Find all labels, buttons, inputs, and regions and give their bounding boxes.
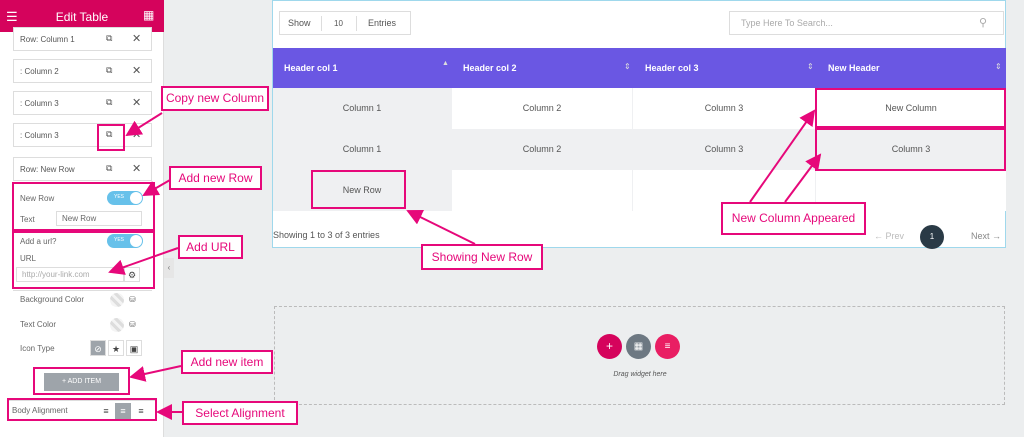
duplicate-icon[interactable]: ⧉	[106, 33, 112, 44]
search-box[interactable]: Type Here To Search... ⚲	[729, 11, 1004, 35]
pagination-prev[interactable]: ← Prev	[874, 231, 904, 241]
table-header-row: Header col 1 ▲ Header col 2 ⇕ Header col…	[273, 48, 1006, 88]
grid-icon[interactable]: ▦	[143, 8, 154, 22]
row-item[interactable]: Row: New Row ⧉ ✕	[13, 157, 152, 181]
callout-new-column-appeared: New Column Appeared	[721, 202, 866, 235]
search-input[interactable]: Type Here To Search...	[741, 18, 833, 28]
row-item-label: Row: Column 1	[20, 35, 75, 44]
table-cell: Column 3	[633, 129, 815, 170]
highlight-new-row-section	[12, 182, 155, 231]
sort-icon[interactable]: ▲	[442, 60, 449, 67]
row-item-label: : Column 3	[20, 99, 59, 108]
collapse-handle[interactable]: ‹	[164, 258, 174, 278]
folder-icon[interactable]: ▦	[626, 334, 651, 359]
highlight-copied-column-cell	[815, 128, 1006, 171]
duplicate-icon[interactable]: ⧉	[106, 65, 112, 76]
database-icon[interactable]: ⛁	[129, 295, 136, 304]
table-header-cell[interactable]: New Header	[828, 48, 998, 88]
entries-select[interactable]: 10	[321, 16, 357, 31]
highlight-new-column-cell	[815, 88, 1006, 128]
entries-selector: Show 10 Entries	[279, 11, 411, 35]
duplicate-icon[interactable]: ⧉	[106, 163, 112, 174]
highlight-alignment	[7, 398, 157, 421]
table-cell	[452, 170, 632, 211]
icon-type-label: Icon Type	[20, 344, 55, 353]
callout-add-url: Add URL	[178, 235, 243, 259]
pagination-current[interactable]: 1	[920, 225, 944, 249]
callout-select-alignment: Select Alignment	[182, 401, 298, 425]
table-header-cell[interactable]: Header col 2	[463, 48, 633, 88]
table-cell: Column 3	[633, 88, 815, 129]
row-item-label: : Column 2	[20, 67, 59, 76]
highlight-copy-button	[97, 124, 125, 151]
sort-icon[interactable]: ⇕	[624, 62, 631, 71]
close-icon[interactable]: ✕	[132, 162, 141, 175]
table-cell: Column 2	[452, 129, 632, 170]
sort-icon[interactable]: ⇕	[995, 62, 1002, 71]
none-icon[interactable]: ⊘	[90, 340, 106, 356]
image-icon[interactable]: ▣	[126, 340, 142, 356]
text-color-label: Text Color	[20, 320, 57, 329]
sort-icon[interactable]: ⇕	[807, 62, 814, 71]
divider	[13, 290, 152, 291]
table-header-cell[interactable]: Header col 3	[645, 48, 815, 88]
highlight-new-row-cell	[311, 170, 406, 209]
highlight-url-section	[12, 231, 155, 289]
table-header-cell[interactable]: Header col 1	[284, 48, 454, 88]
add-section-icon[interactable]: +	[597, 334, 622, 359]
row-item[interactable]: : Column 2 ⧉ ✕	[13, 59, 152, 83]
pagination-next[interactable]: Next →	[971, 231, 1001, 241]
close-icon[interactable]: ✕	[132, 96, 141, 109]
elementskit-icon[interactable]: ≡	[655, 334, 680, 359]
close-icon[interactable]: ✕	[132, 32, 141, 45]
callout-add-row: Add new Row	[169, 166, 262, 190]
drop-zone-text: Drag widget here	[613, 371, 667, 378]
table-cell: Column 1	[273, 129, 451, 170]
table-info: Showing 1 to 3 of 3 entries	[273, 230, 380, 240]
search-icon: ⚲	[979, 17, 988, 29]
highlight-add-item	[33, 367, 130, 395]
row-item-label: Row: New Row	[20, 165, 75, 174]
table-cell: Column 1	[273, 88, 451, 129]
table-cell: Column 2	[452, 88, 632, 129]
duplicate-icon[interactable]: ⧉	[106, 97, 112, 108]
row-item[interactable]: : Column 3 ⧉ ✕	[13, 91, 152, 115]
callout-add-item: Add new item	[181, 350, 273, 374]
row-item[interactable]: Row: Column 1 ⧉ ✕	[13, 27, 152, 51]
row-item-label: : Column 3	[20, 131, 59, 140]
close-icon[interactable]: ✕	[132, 128, 141, 141]
star-icon[interactable]: ★	[108, 340, 124, 356]
sidebar-title: Edit Table	[55, 10, 109, 24]
row-item[interactable]: : Column 3 ⧉ ✕	[13, 123, 152, 147]
callout-showing-new-row: Showing New Row	[421, 244, 543, 270]
callout-copy-column: Copy new Column	[161, 86, 269, 111]
background-color-swatch[interactable]	[110, 293, 124, 307]
close-icon[interactable]: ✕	[132, 64, 141, 77]
show-label: Show	[288, 18, 311, 28]
background-color-label: Background Color	[20, 295, 85, 304]
database-icon[interactable]: ⛁	[129, 320, 136, 329]
text-color-swatch[interactable]	[110, 318, 124, 332]
entries-label: Entries	[368, 18, 397, 28]
